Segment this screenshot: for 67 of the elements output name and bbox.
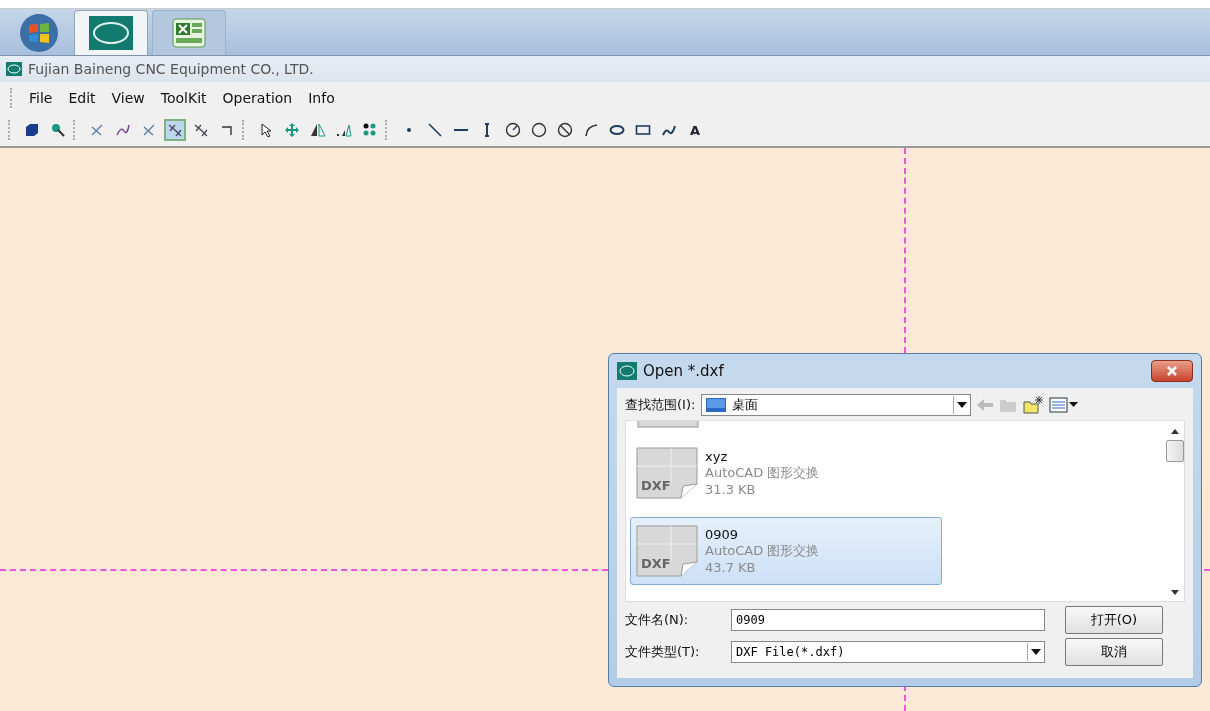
document-icon — [636, 525, 698, 577]
circle-icon — [531, 122, 547, 138]
start-orb-icon[interactable] — [17, 13, 61, 53]
dialog-title: Open *.dxf — [643, 362, 725, 380]
file-item[interactable]: DXF 0909 AutoCAD 图形交换 43.7 KB — [630, 517, 942, 585]
cube-icon — [24, 122, 40, 138]
spreadsheet-icon — [172, 18, 206, 48]
ellipse-icon — [609, 122, 625, 138]
curve-icon — [115, 122, 131, 138]
dots-icon — [362, 122, 378, 138]
caret-icon — [957, 402, 968, 408]
rectangle-icon — [635, 122, 651, 138]
file-type-dropdown[interactable]: DXF File(*.dxf) — [731, 641, 1045, 663]
cross-icon — [89, 122, 105, 138]
file-icon-label: DXF — [641, 556, 671, 571]
new-folder-icon[interactable] — [1023, 396, 1044, 414]
file-size: 31.3 KB — [705, 482, 757, 497]
look-in-label: 查找范围(I): — [625, 396, 696, 414]
magnifier-icon — [50, 122, 66, 138]
window-title: Fujian Baineng CNC Equipment CO., LTD. — [28, 61, 314, 77]
circle-icon — [557, 122, 573, 138]
triangle-icon — [336, 122, 352, 138]
file-name-label: 文件名(N): — [625, 611, 690, 629]
cross-icon — [167, 122, 183, 138]
file-type-label: 文件类型(T): — [625, 643, 701, 661]
file-item[interactable]: DXF xyz AutoCAD 图形交换 31.3 KB — [630, 439, 942, 507]
mirror-icon — [310, 122, 326, 138]
file-icon-label: DXF — [641, 478, 671, 493]
cross-icon — [141, 122, 157, 138]
move-icon — [284, 122, 300, 138]
scroll-down-icon[interactable] — [1171, 590, 1179, 595]
circle-icon — [505, 122, 521, 138]
file-name: 0909 — [705, 527, 740, 542]
menu-item[interactable]: File — [21, 88, 61, 108]
menu-item[interactable]: ToolKit — [152, 88, 215, 108]
menu-item[interactable]: View — [103, 88, 153, 108]
cancel-button[interactable]: 取消 — [1065, 638, 1163, 666]
app-logo-icon — [89, 16, 133, 50]
menu-item[interactable]: Info — [300, 88, 343, 108]
file-type: AutoCAD 图形交换 — [705, 542, 820, 560]
file-size: 43.7 KB — [705, 560, 757, 575]
text-tool-button[interactable]: A — [684, 119, 706, 141]
taskbar-button[interactable] — [74, 10, 148, 55]
cross-icon — [193, 122, 209, 138]
menu-item[interactable]: Edit — [60, 88, 104, 108]
app-logo-icon — [6, 62, 22, 76]
arc-icon — [583, 122, 599, 138]
open-button[interactable]: 打开(O) — [1065, 606, 1163, 634]
caret-icon — [1031, 649, 1041, 655]
line-icon — [427, 122, 443, 138]
taskbar-button[interactable] — [152, 10, 226, 55]
scroll-up-icon[interactable] — [1171, 429, 1179, 434]
menu-item[interactable]: Operation — [214, 88, 301, 108]
file-name: xyz — [705, 449, 729, 464]
file-type: AutoCAD 图形交换 — [705, 464, 820, 482]
file-name-field[interactable]: 0909 — [731, 609, 1045, 631]
scroll-thumb[interactable] — [1166, 440, 1184, 462]
pointer-icon — [258, 122, 274, 138]
tool-button[interactable] — [164, 119, 186, 141]
document-icon — [636, 447, 698, 499]
close-button[interactable] — [1151, 360, 1193, 382]
look-in-dropdown[interactable]: 桌面 — [701, 394, 972, 416]
line-icon — [453, 128, 469, 132]
close-icon — [1167, 366, 1177, 376]
view-menu-icon[interactable] — [1049, 397, 1080, 413]
desktop-icon — [706, 398, 727, 412]
app-logo-icon — [617, 362, 637, 380]
